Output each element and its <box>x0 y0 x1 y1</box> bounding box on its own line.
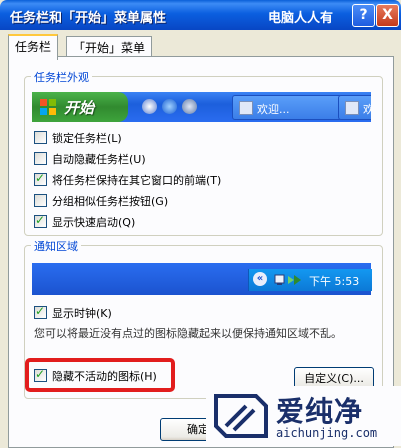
notification-description: 您可以将最近没有点过的图标隐藏起来以便保持通知区域不乱。 <box>34 327 342 340</box>
site-logo: 爱纯净 aichunjing.com <box>206 386 401 446</box>
check-mark-icon: ✓ <box>35 213 46 227</box>
checkbox[interactable] <box>34 194 47 207</box>
logo-url: aichunjing.com <box>276 426 378 440</box>
start-button-preview: 开始 <box>32 92 128 122</box>
watermark-text: 电脑人人有 <box>268 11 334 26</box>
internet-explorer-icon <box>162 99 177 114</box>
checkbox[interactable] <box>34 152 47 165</box>
start-label: 开始 <box>64 99 95 117</box>
checkbox[interactable]: ✓ <box>34 304 47 319</box>
task-label: 欢迎... <box>257 103 290 116</box>
tray-clock: 下午 5:53 <box>309 275 360 288</box>
help-button[interactable]: ? <box>352 4 375 27</box>
window-title: 任务栏和「开始」菜单属性 <box>10 11 167 26</box>
desktop-icon <box>182 99 197 114</box>
window-icon <box>345 101 359 115</box>
check-mark-icon: ✓ <box>35 171 46 185</box>
tray-icons <box>274 274 301 285</box>
option-label: 分组相似任务栏按钮(G) <box>52 195 169 208</box>
close-button[interactable]: X <box>376 4 399 27</box>
option-label: 显示时钟(K) <box>52 307 112 320</box>
task-button-2: 欢迎 <box>338 95 371 120</box>
checkbox[interactable]: ✓ <box>34 171 47 186</box>
taskbar-preview: 开始 欢迎... 欢迎 <box>32 92 371 122</box>
option-label: 锁定任务栏(L) <box>52 132 122 145</box>
media-player-icon <box>142 99 157 114</box>
task-label: 欢迎 <box>363 103 371 116</box>
option-label: 自动隐藏任务栏(U) <box>52 153 146 166</box>
group-title-appearance: 任务栏外观 <box>31 69 92 85</box>
tab-start-menu[interactable]: 「开始」菜单 <box>66 36 153 57</box>
highlight-annotation <box>25 358 175 392</box>
logo-mark-icon <box>214 394 268 438</box>
option-label: 显示快速启动(Q) <box>52 216 136 229</box>
system-tray: « 下午 5:53 <box>248 269 372 291</box>
checkbox[interactable] <box>34 131 47 144</box>
check-mark-icon: ✓ <box>35 304 46 318</box>
tab-taskbar[interactable]: 任务栏 <box>8 34 59 60</box>
windows-logo-icon <box>40 99 56 115</box>
tray-preview: « 下午 5:53 <box>32 263 372 295</box>
group-title-notification: 通知区域 <box>31 238 81 254</box>
chevron-left-icon: « <box>253 272 267 286</box>
title-bar[interactable]: 任务栏和「开始」菜单属性 电脑人人有 ? X <box>0 0 401 30</box>
checkbox[interactable]: ✓ <box>34 213 47 228</box>
window-icon <box>239 101 253 115</box>
task-button-1: 欢迎... <box>232 95 342 120</box>
logo-text: 爱纯净 <box>276 395 364 428</box>
option-label: 将任务栏保持在其它窗口的前端(T) <box>52 174 222 187</box>
